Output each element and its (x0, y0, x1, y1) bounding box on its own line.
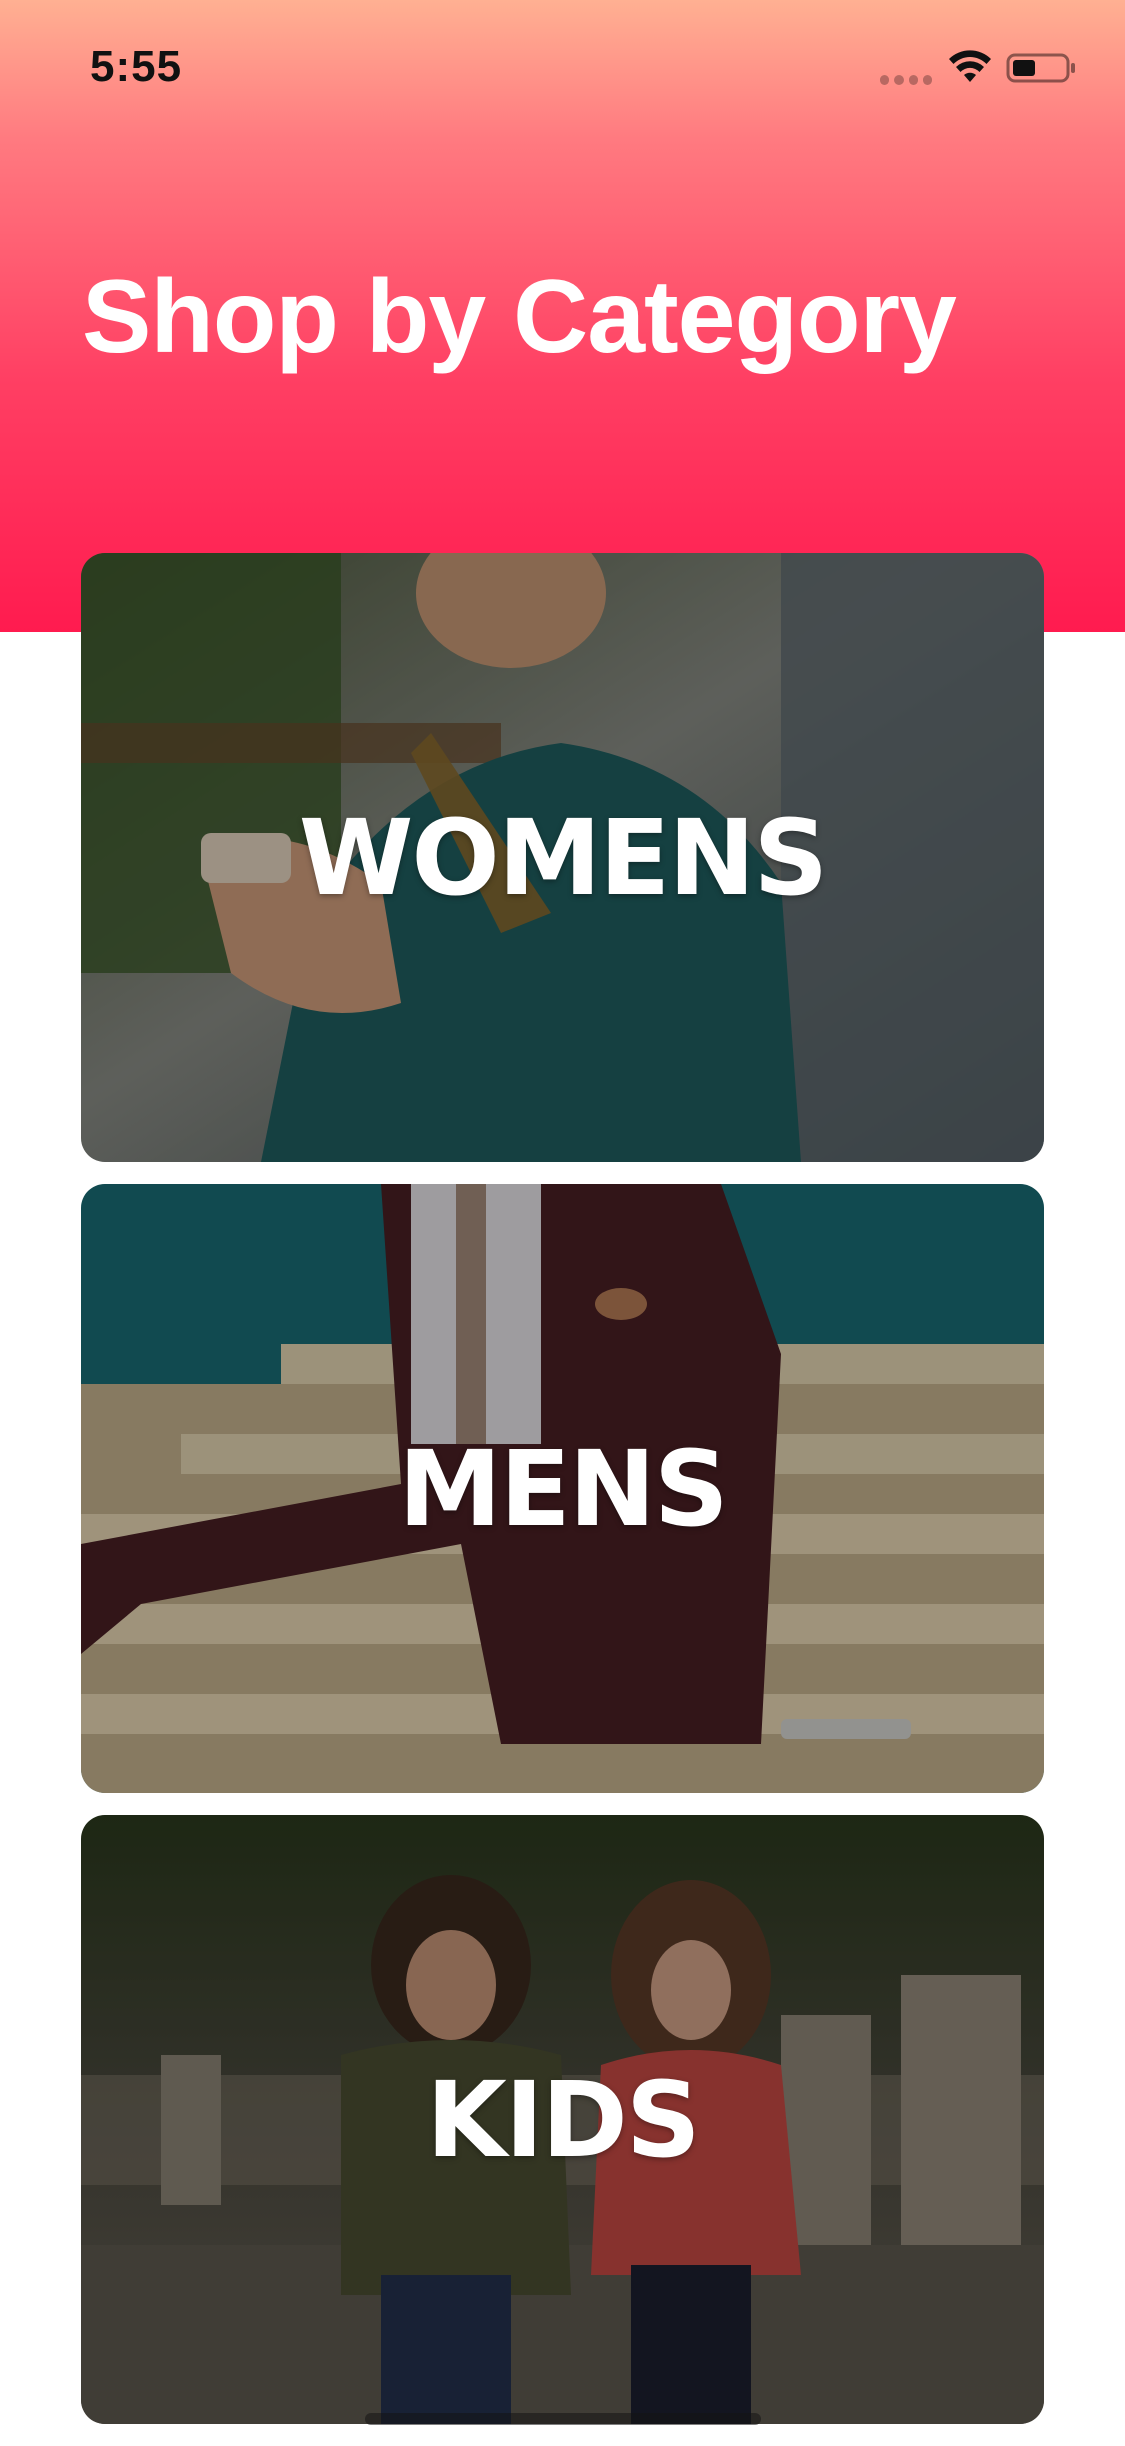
page-title: Shop by Category (82, 259, 957, 375)
category-card-kids[interactable]: KIDS (81, 1815, 1044, 2424)
category-list: WOMENS MENS KIDS (81, 553, 1044, 2446)
status-time: 5:55 (90, 42, 183, 91)
category-card-mens[interactable]: MENS (81, 1184, 1044, 1793)
category-label-mens: MENS (398, 1427, 728, 1550)
wifi-icon (949, 50, 991, 82)
signal-icon (880, 75, 932, 85)
home-indicator[interactable] (365, 2413, 761, 2425)
category-card-womens[interactable]: WOMENS (81, 553, 1044, 1162)
category-label-kids: KIDS (426, 2058, 701, 2181)
category-label-womens: WOMENS (298, 796, 829, 919)
battery-icon (1006, 53, 1075, 83)
status-bar: 5:55 (0, 0, 1125, 132)
